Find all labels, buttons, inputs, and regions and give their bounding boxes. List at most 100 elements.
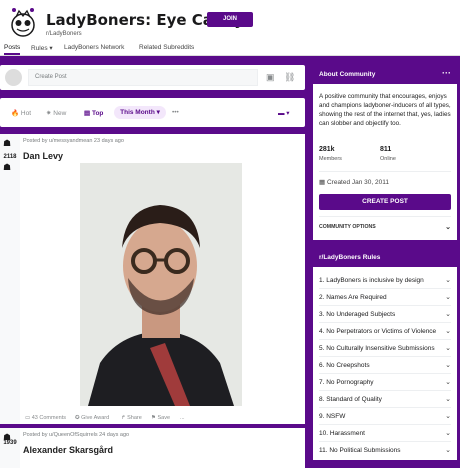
divider xyxy=(319,171,451,172)
sort-hot[interactable]: 🔥 Hot xyxy=(11,109,31,117)
created-label: Created Jan 30, 2011 xyxy=(326,179,390,186)
rule-label: 2. Names Are Required xyxy=(319,294,387,301)
post-title[interactable]: Alexander Skarsgård xyxy=(23,445,113,455)
post-meta: Posted by u/QueenOfSquirrels 24 days ago xyxy=(23,432,130,438)
more-options-icon[interactable]: ... xyxy=(180,415,185,421)
rule-label: 6. No Creepshots xyxy=(319,362,370,369)
chevron-down-icon: ⌄ xyxy=(445,413,451,420)
post-card[interactable]: ☗ 1939 Posted by u/QueenOfSquirrels 24 d… xyxy=(0,428,305,468)
vote-count: 1939 xyxy=(3,440,17,446)
create-post-button[interactable]: CREATE POST xyxy=(319,194,451,210)
post-card[interactable]: ☗ 2118 ☗ Posted by u/messyandmean 23 day… xyxy=(0,134,305,424)
share-label: Share xyxy=(127,415,142,421)
tab-related-subreddits[interactable]: Related Subreddits xyxy=(139,44,194,51)
rule-label: 10. Harassment xyxy=(319,430,365,437)
vote-count: 2118 xyxy=(3,154,17,160)
give-award-button[interactable]: ✪ Give Award xyxy=(75,415,109,421)
sort-new[interactable]: ✷ New xyxy=(46,109,66,117)
about-community-card: About Community ··· A positive community … xyxy=(313,65,457,240)
tab-rules-label: Rules xyxy=(31,45,48,52)
save-button[interactable]: ⚑ Save xyxy=(151,415,170,421)
user-avatar[interactable] xyxy=(5,69,22,86)
create-post-input[interactable]: Create Post xyxy=(28,69,258,86)
members-label: Members xyxy=(319,156,342,162)
rule-item[interactable]: 11. No Political Submissions ⌄ xyxy=(319,442,451,459)
vote-column: ☗ 2118 ☗ xyxy=(0,134,20,424)
comments-button[interactable]: ▭ 43 Comments xyxy=(25,415,66,421)
rule-label: 4. No Perpetrators or Victims of Violenc… xyxy=(319,328,437,335)
online-label: Online xyxy=(380,156,396,162)
upvote-icon[interactable]: ☗ xyxy=(3,138,11,149)
rule-item[interactable]: 7. No Pornography ⌄ xyxy=(319,374,451,391)
subreddit-header: LadyBoners: Eye Candy! JOIN r/LadyBoners xyxy=(0,0,460,42)
tab-ladyboners-network[interactable]: LadyBoners Network xyxy=(64,44,124,51)
chevron-down-icon: ⌄ xyxy=(445,294,451,301)
rule-label: 5. No Culturally Insensitive Submissions xyxy=(319,345,435,352)
image-upload-icon[interactable]: ▣ xyxy=(266,72,275,83)
time-filter-label: This Month xyxy=(120,109,155,116)
post-image[interactable] xyxy=(80,163,242,406)
sort-top-label: Top xyxy=(91,110,104,117)
join-button[interactable]: JOIN xyxy=(207,12,253,27)
comments-label: 43 Comments xyxy=(31,415,66,421)
community-options-label: COMMUNITY OPTIONS xyxy=(319,224,376,230)
chevron-down-icon: ⌄ xyxy=(445,447,451,454)
rule-label: 3. No Underaged Subjects xyxy=(319,311,396,318)
about-header: About Community ··· xyxy=(313,65,457,84)
divider xyxy=(319,216,451,217)
create-post-bar: Create Post ▣ ⛓ xyxy=(0,65,305,90)
cake-icon: ▦ xyxy=(319,179,326,186)
created-date: ▦ Created Jan 30, 2011 xyxy=(319,178,389,186)
sort-top[interactable]: ▤ Top xyxy=(84,109,103,117)
rule-item[interactable]: 10. Harassment ⌄ xyxy=(319,425,451,442)
snoo-logo-icon xyxy=(11,8,35,37)
subreddit-logo[interactable] xyxy=(4,3,42,41)
rules-header: r/LadyBoners Rules xyxy=(313,248,457,267)
sort-bar: 🔥 Hot ✷ New ▤ Top This Month ▾ ••• ▬ ▾ xyxy=(0,98,305,127)
chevron-down-icon: ⌄ xyxy=(445,430,451,437)
time-filter-dropdown[interactable]: This Month ▾ xyxy=(114,106,166,119)
rule-label: 8. Standard of Quality xyxy=(319,396,382,403)
save-label: Save xyxy=(157,415,171,421)
rule-item[interactable]: 2. Names Are Required ⌄ xyxy=(319,289,451,306)
more-sort-options-icon[interactable]: ••• xyxy=(172,109,179,116)
vote-column: ☗ 1939 xyxy=(0,428,20,468)
chevron-down-icon: ⌄ xyxy=(445,224,451,231)
link-icon[interactable]: ⛓ xyxy=(284,72,295,83)
sort-new-label: New xyxy=(53,110,67,117)
sort-hot-label: Hot xyxy=(20,110,32,117)
portrait-photo xyxy=(80,163,242,406)
community-description: A positive community that encourages, en… xyxy=(319,93,451,127)
rule-label: 1. LadyBoners is inclusive by design xyxy=(319,277,424,284)
rule-item[interactable]: 8. Standard of Quality ⌄ xyxy=(319,391,451,408)
rule-item[interactable]: 9. NSFW ⌄ xyxy=(319,408,451,425)
view-toggle-icon[interactable]: ▬ ▾ xyxy=(278,109,290,117)
chevron-down-icon: ⌄ xyxy=(445,396,451,403)
header-strip xyxy=(0,57,460,65)
rule-label: 7. No Pornography xyxy=(319,379,374,386)
rule-item[interactable]: 5. No Culturally Insensitive Submissions… xyxy=(319,340,451,357)
rule-item[interactable]: 1. LadyBoners is inclusive by design ⌄ xyxy=(319,272,451,289)
post-title[interactable]: Dan Levy xyxy=(23,151,63,161)
tab-rules[interactable]: Rules ▾ xyxy=(31,44,53,52)
chevron-down-icon: ⌄ xyxy=(445,311,451,318)
rule-label: 9. NSFW xyxy=(319,413,346,420)
downvote-icon[interactable]: ☗ xyxy=(3,162,11,173)
online-count: 811 xyxy=(380,146,392,153)
rule-item[interactable]: 6. No Creepshots ⌄ xyxy=(319,357,451,374)
subreddit-name: r/LadyBoners xyxy=(46,31,82,37)
rule-label: 11. No Political Submissions xyxy=(319,447,401,454)
rule-item[interactable]: 4. No Perpetrators or Victims of Violenc… xyxy=(319,323,451,340)
chevron-down-icon: ⌄ xyxy=(445,362,451,369)
share-button[interactable]: ↱ Share xyxy=(121,415,142,421)
tab-posts[interactable]: Posts xyxy=(4,44,21,55)
about-heading: About Community xyxy=(319,71,376,78)
members-count: 281k xyxy=(319,146,335,153)
post-meta: Posted by u/messyandmean 23 days ago xyxy=(23,138,124,144)
community-options-toggle[interactable]: COMMUNITY OPTIONS ⌄ xyxy=(319,224,451,231)
chevron-down-icon: ⌄ xyxy=(445,345,451,352)
subreddit-nav: Posts Rules ▾ LadyBoners Network Related… xyxy=(0,42,460,56)
rule-item[interactable]: 3. No Underaged Subjects ⌄ xyxy=(319,306,451,323)
chevron-down-icon: ⌄ xyxy=(445,379,451,386)
more-options-icon[interactable]: ··· xyxy=(442,68,451,78)
